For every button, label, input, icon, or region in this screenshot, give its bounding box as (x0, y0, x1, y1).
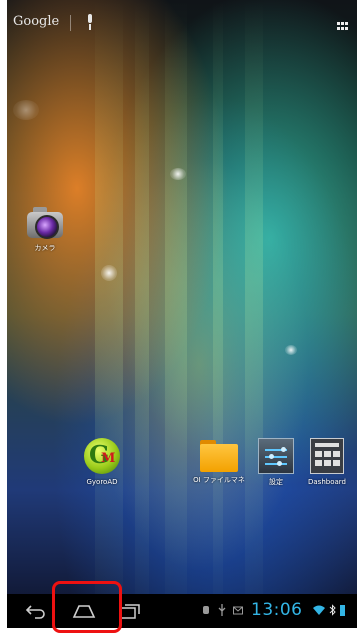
wallpaper-bokeh (13, 100, 39, 120)
usb-debug-icon (203, 606, 209, 614)
app-label: カメラ (34, 244, 56, 252)
google-search-bar[interactable]: Google (7, 0, 357, 48)
app-oi-file-manager[interactable]: OI ファイルマネ (189, 438, 249, 485)
search-divider (70, 15, 71, 31)
bluetooth-icon (329, 604, 336, 616)
battery-icon (340, 605, 345, 616)
wallpaper-bokeh (101, 265, 117, 281)
home-screen: Google カメラ G M GyoroAD OI ファイルマネ 設定 Dash… (7, 0, 357, 628)
folder-icon (200, 438, 238, 472)
app-label: OI ファイルマネ (193, 476, 245, 484)
usb-icon (218, 604, 226, 616)
app-label: GyoroAD (86, 478, 118, 486)
settings-icon (258, 438, 294, 474)
microphone-icon[interactable] (86, 14, 94, 32)
app-gyoroad[interactable]: G M GyoroAD (72, 438, 132, 487)
wallpaper-streak (245, 0, 263, 628)
clock: 13:06 (251, 600, 303, 620)
wallpaper-streak (135, 0, 149, 628)
app-label: Dashboard (308, 478, 346, 486)
wallpaper-streak (213, 0, 223, 628)
gmail-icon (233, 606, 243, 615)
dashboard-icon (310, 438, 344, 474)
app-dashboard[interactable]: Dashboard (297, 438, 357, 487)
wallpaper-bokeh (285, 345, 297, 355)
all-apps-grid-icon[interactable] (337, 22, 348, 31)
camera-icon (25, 206, 65, 240)
app-camera[interactable]: カメラ (15, 206, 75, 253)
status-area[interactable]: 13:06 (197, 599, 357, 623)
recent-apps-icon[interactable] (119, 603, 141, 619)
back-icon[interactable] (25, 602, 47, 620)
google-logo[interactable]: Google (13, 14, 59, 29)
wifi-icon (313, 605, 325, 615)
gyoroad-icon: G M (84, 438, 120, 474)
wallpaper-streak (95, 0, 123, 628)
wallpaper-bokeh (170, 168, 186, 180)
wallpaper-streak (165, 0, 187, 628)
home-button-highlight (52, 581, 122, 633)
